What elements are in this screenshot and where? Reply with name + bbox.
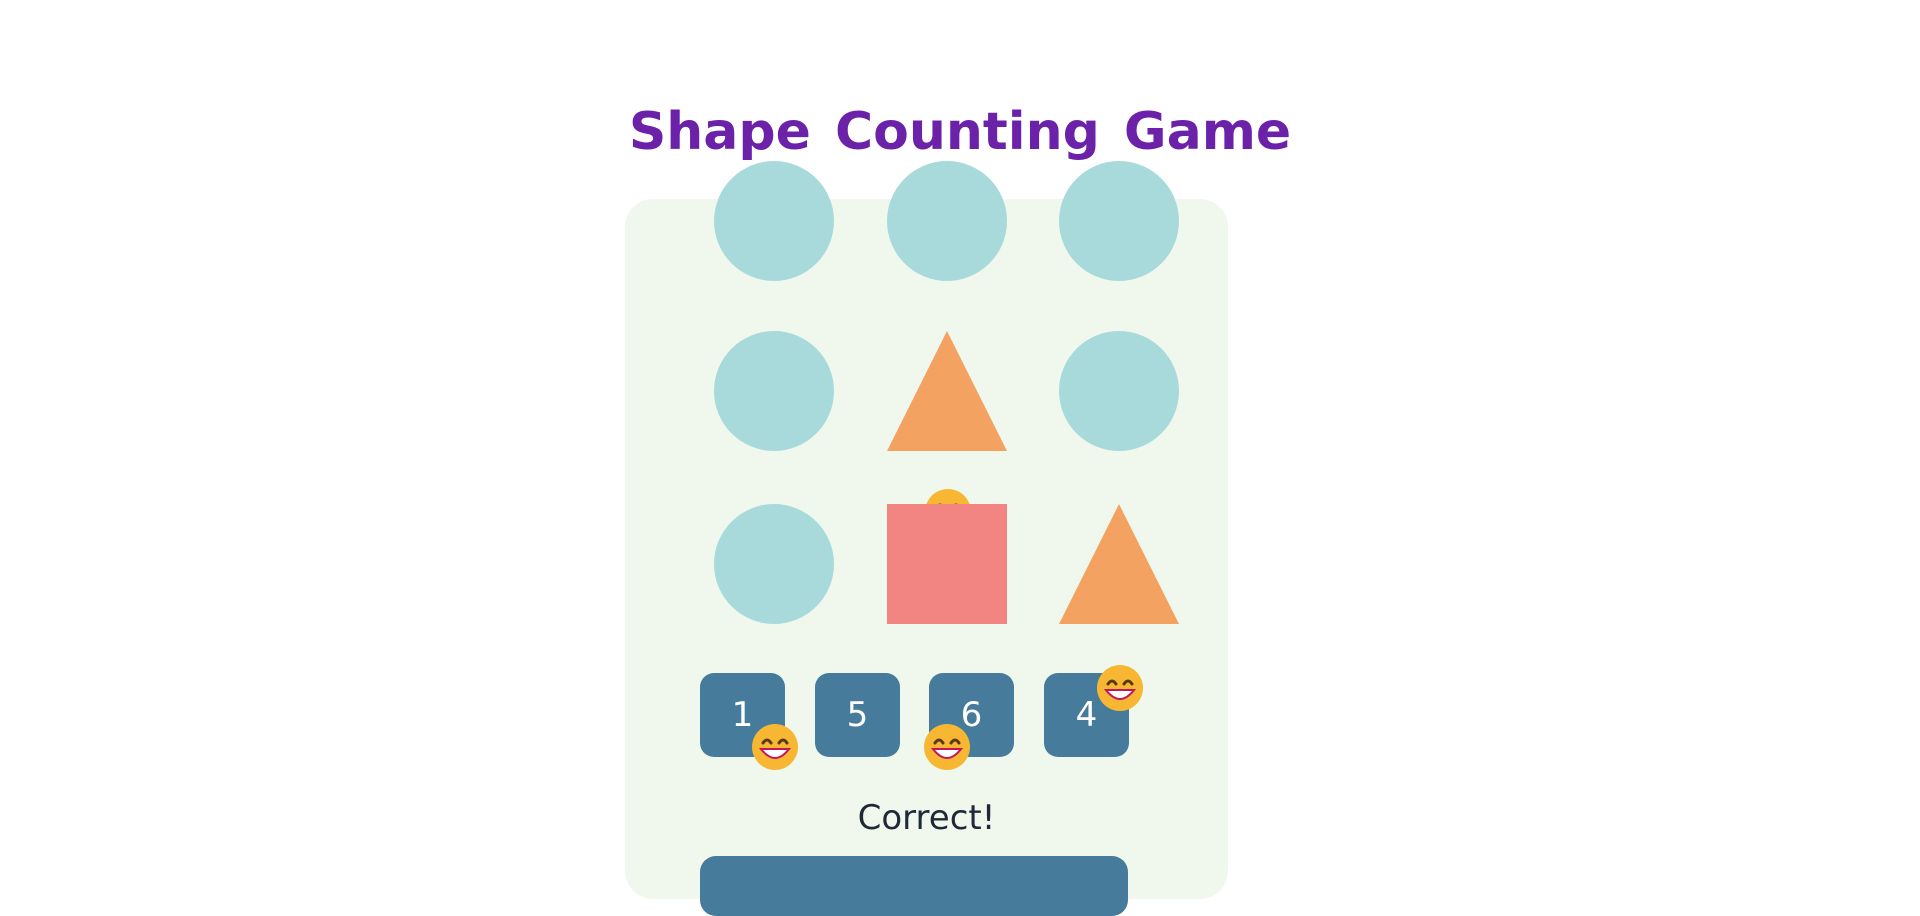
triangle-shape — [1059, 504, 1179, 624]
circle-shape — [887, 161, 1007, 281]
circle-shape — [714, 161, 834, 281]
circle-shape — [1059, 331, 1179, 451]
grinning-face-icon — [923, 723, 971, 771]
feedback-message: Correct! — [857, 798, 996, 838]
grinning-face-icon — [751, 723, 799, 771]
page-title: Shape Counting Game — [628, 102, 1292, 162]
circle-shape — [714, 331, 834, 451]
square-shape — [887, 504, 1007, 624]
next-button[interactable] — [700, 856, 1128, 916]
triangle-shape — [887, 331, 1007, 451]
circle-shape — [1059, 161, 1179, 281]
grinning-face-icon — [1096, 664, 1144, 712]
choice-button-5[interactable]: 5 — [815, 673, 900, 757]
circle-shape — [714, 504, 834, 624]
